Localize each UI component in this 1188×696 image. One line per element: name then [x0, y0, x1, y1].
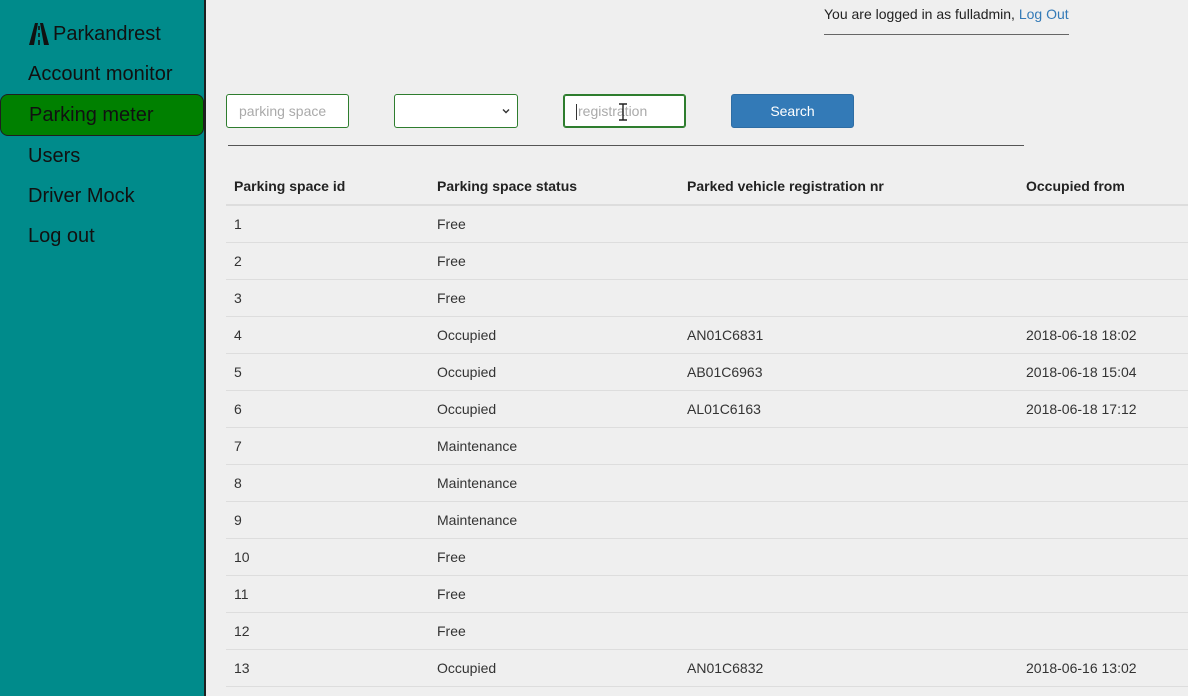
cell-space-id: 11: [234, 586, 249, 602]
parking-space-placeholder: parking space: [239, 103, 327, 119]
filter-divider: [228, 145, 1024, 146]
table-row[interactable]: 1 Free: [226, 206, 1188, 243]
cell-status: Free: [437, 253, 466, 269]
column-header[interactable]: Occupied from: [1026, 168, 1125, 204]
cell-status: Free: [437, 586, 466, 602]
cell-space-id: 4: [234, 327, 242, 343]
cell-space-id: 7: [234, 438, 242, 454]
table-row[interactable]: 6 Occupied AL01C6163 2018-06-18 17:12: [226, 391, 1188, 428]
cell-status: Maintenance: [437, 475, 518, 491]
cell-space-id: 5: [234, 364, 242, 380]
cell-space-id: 3: [234, 290, 242, 306]
road-icon: [29, 23, 49, 45]
column-header[interactable]: Parking space status: [437, 168, 577, 204]
brand-logo[interactable]: Parkandrest: [28, 20, 161, 48]
cell-space-id: 9: [234, 512, 242, 528]
column-header[interactable]: Parking space id: [234, 168, 345, 204]
table-row[interactable]: 5 Occupied AB01C6963 2018-06-18 15:04: [226, 354, 1188, 391]
cell-status: Occupied: [437, 364, 497, 380]
sidebar-item-parking-meter[interactable]: Parking meter: [0, 94, 204, 136]
cell-occupied-from: 2018-06-18 15:04: [1026, 364, 1137, 380]
table-row[interactable]: 7 Maintenance: [226, 428, 1188, 465]
table-row[interactable]: 3 Free: [226, 280, 1188, 317]
chevron-down-icon: [502, 109, 510, 114]
cell-space-id: 8: [234, 475, 242, 491]
cell-space-id: 12: [234, 623, 250, 639]
text-caret: [576, 104, 577, 121]
sidebar: Parkandrest Account monitor Parking mete…: [0, 0, 206, 696]
cell-registration: AN01C6831: [687, 327, 764, 343]
parking-table: Parking space id Parking space status Pa…: [226, 168, 1188, 687]
cell-occupied-from: 2018-06-16 13:02: [1026, 660, 1137, 676]
registration-placeholder: registration: [578, 103, 648, 119]
cell-status: Free: [437, 549, 466, 565]
cell-space-id: 1: [234, 216, 242, 232]
cell-status: Occupied: [437, 327, 497, 343]
cell-status: Free: [437, 216, 466, 232]
table-header: Parking space id Parking space status Pa…: [226, 168, 1188, 206]
column-header[interactable]: Parked vehicle registration nr: [687, 168, 884, 204]
sidebar-item-log-out[interactable]: Log out: [0, 216, 204, 256]
status-select[interactable]: [394, 94, 518, 128]
cell-status: Free: [437, 623, 466, 639]
search-button[interactable]: Search: [731, 94, 854, 128]
cell-status: Occupied: [437, 401, 497, 417]
sidebar-item-users[interactable]: Users: [0, 136, 204, 176]
table-row[interactable]: 13 Occupied AN01C6832 2018-06-16 13:02: [226, 650, 1188, 687]
cell-status: Occupied: [437, 660, 497, 676]
table-row[interactable]: 9 Maintenance: [226, 502, 1188, 539]
login-text: You are logged in as fulladmin,: [824, 6, 1015, 22]
table-row[interactable]: 2 Free: [226, 243, 1188, 280]
cell-space-id: 2: [234, 253, 242, 269]
parking-space-input[interactable]: parking space: [226, 94, 349, 128]
cell-registration: AL01C6163: [687, 401, 761, 417]
sidebar-item-driver-mock[interactable]: Driver Mock: [0, 176, 204, 216]
cell-space-id: 10: [234, 549, 250, 565]
sidebar-item-account-monitor[interactable]: Account monitor: [0, 54, 204, 94]
cell-space-id: 13: [234, 660, 250, 676]
cell-registration: AN01C6832: [687, 660, 764, 676]
cell-occupied-from: 2018-06-18 17:12: [1026, 401, 1137, 417]
table-row[interactable]: 8 Maintenance: [226, 465, 1188, 502]
cell-space-id: 6: [234, 401, 242, 417]
table-row[interactable]: 12 Free: [226, 613, 1188, 650]
cell-occupied-from: 2018-06-18 18:02: [1026, 327, 1137, 343]
table-body: 1 Free 2 Free 3 Free 4 Occupied AN01C6831 2018-06…: [226, 206, 1188, 687]
table-row[interactable]: 11 Free: [226, 576, 1188, 613]
brand-name: Parkandrest: [53, 22, 161, 45]
cell-registration: AB01C6963: [687, 364, 763, 380]
table-row[interactable]: 10 Free: [226, 539, 1188, 576]
cell-status: Maintenance: [437, 512, 518, 528]
logout-link[interactable]: Log Out: [1019, 6, 1069, 22]
table-row[interactable]: 4 Occupied AN01C6831 2018-06-18 18:02: [226, 317, 1188, 354]
cell-status: Free: [437, 290, 466, 306]
text-cursor-icon: [619, 103, 627, 121]
cell-status: Maintenance: [437, 438, 518, 454]
login-status: You are logged in as fulladmin, Log Out: [824, 6, 1069, 35]
